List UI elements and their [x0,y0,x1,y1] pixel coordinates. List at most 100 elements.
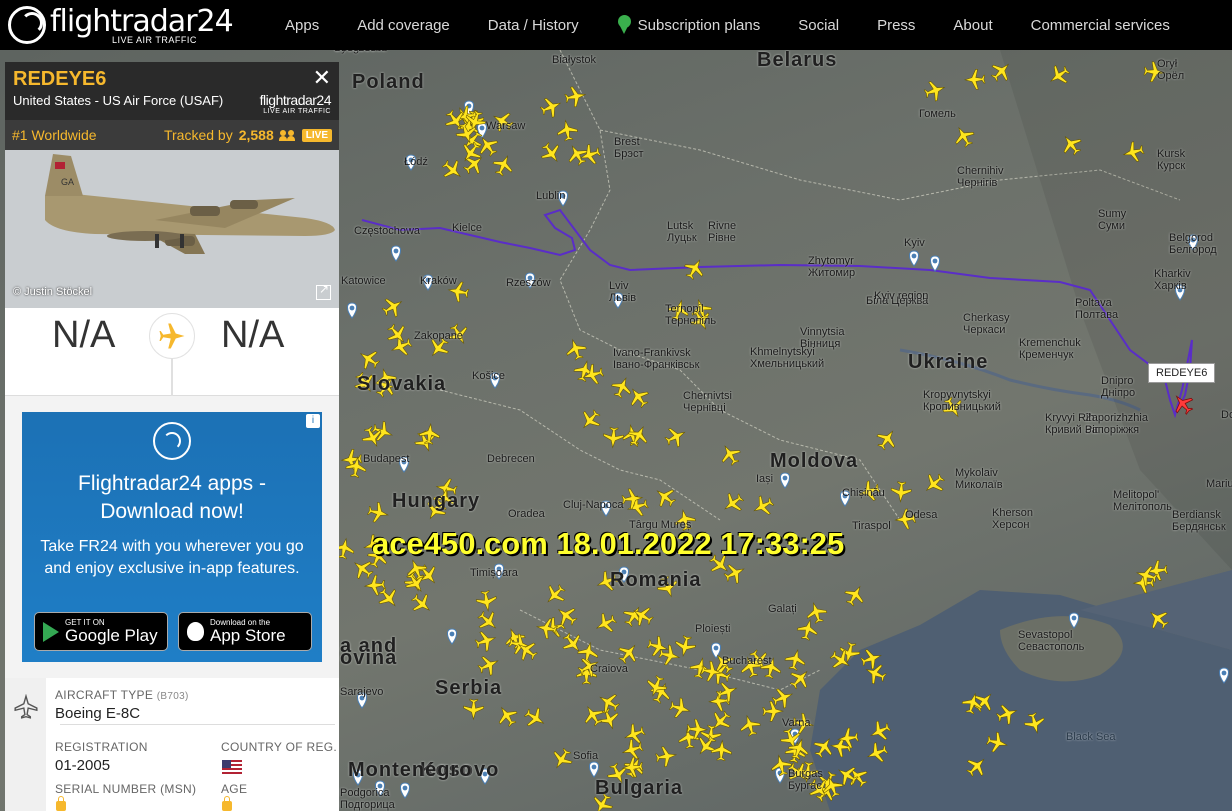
live-badge: LIVE [301,128,332,142]
map-label: Kherson Херсон [992,507,1033,531]
nav-item-data-history[interactable]: Data / History [469,17,598,34]
map-label: Chernihiv Чернігів [957,165,1004,189]
aircraft-icon[interactable] [737,713,762,738]
aircraft-icon[interactable] [716,441,743,468]
aircraft-icon[interactable] [535,617,558,640]
aircraft-icon[interactable] [474,607,502,635]
radar-icon [153,422,191,460]
aircraft-icon[interactable] [804,600,829,625]
aircraft-icon[interactable] [473,628,498,653]
rank-bar: #1 Worldwide Tracked by 2,588 LIVE [5,120,339,150]
aircraft-icon[interactable] [438,156,466,184]
aircraft-icon[interactable] [563,337,588,362]
aircraft-icon[interactable] [379,293,406,320]
aircraft-icon[interactable] [355,345,383,373]
aircraft-icon[interactable] [475,652,502,679]
aircraft-icon[interactable] [579,702,607,730]
aircraft-icon[interactable] [538,94,564,120]
aircraft-icon[interactable] [493,702,521,730]
google-play-icon [43,621,59,642]
aircraft-icon[interactable] [783,648,807,672]
aircraft-icon[interactable] [592,610,619,637]
nav-item-apps[interactable]: Apps [266,17,338,34]
airport-marker-icon[interactable] [391,245,401,262]
app-download-ad[interactable]: i Flightradar24 apps - Download now! Tak… [22,412,322,662]
aircraft-icon[interactable] [963,69,986,90]
airport-marker-icon[interactable] [400,782,410,799]
aircraft-icon[interactable] [625,383,653,411]
aircraft-icon[interactable] [873,425,901,453]
app-store-button[interactable]: Download on the App Store [178,612,312,651]
lock-icon[interactable] [222,796,232,811]
aircraft-icon[interactable] [786,665,814,693]
aircraft-icon[interactable] [475,590,498,613]
close-icon[interactable]: ✕ [313,67,331,89]
map-label: Orył Орёл [1157,58,1185,82]
aircraft-icon[interactable] [922,78,947,103]
aircraft-icon[interactable] [541,580,569,608]
airport-marker-icon[interactable] [347,302,357,319]
nav-item-subscription-plans[interactable]: Subscription plans [598,15,780,35]
aircraft-icon[interactable] [890,481,912,503]
aircraft-icon[interactable] [721,560,748,587]
lock-icon[interactable] [56,796,66,811]
flightradar24-logo[interactable]: flightradar24 LIVE AIR TRAFFIC [8,4,234,46]
airport-marker-icon[interactable] [909,250,919,267]
aircraft-icon[interactable] [408,589,436,617]
airport-marker-icon[interactable] [589,761,599,778]
aircraft-icon[interactable] [719,489,747,517]
aircraft-icon[interactable] [673,634,697,658]
origin-code[interactable]: N/A [52,314,115,357]
selected-callsign-tag[interactable]: REDEYE6 [1148,363,1216,383]
aircraft-icon[interactable] [577,142,602,167]
google-play-button[interactable]: GET IT ON Google Play [34,612,168,651]
aircraft-icon[interactable] [463,698,484,721]
ad-info-icon[interactable]: i [306,414,320,428]
map-label: Kryvyi Rih Кривий Ріг [1045,412,1099,436]
aircraft-icon[interactable] [920,470,948,498]
aircraft-photo[interactable]: GA © Justin Stöckel [5,150,339,308]
map-label: Mariupol [1206,478,1232,490]
nav-item-press[interactable]: Press [858,17,934,34]
map-label: Szeczecin [334,50,384,54]
aircraft-icon[interactable] [711,739,732,762]
aircraft-icon[interactable] [681,255,708,282]
nav-item-about[interactable]: About [934,17,1011,34]
aircraft-icon[interactable] [596,706,622,732]
nav-item-add-coverage[interactable]: Add coverage [338,17,469,34]
aircraft-icon[interactable] [609,374,635,400]
aircraft-icon[interactable] [621,721,647,747]
aircraft-icon[interactable] [374,584,402,612]
aircraft-type-code: (B703) [156,691,189,702]
aircraft-icon[interactable] [668,696,693,721]
aircraft-icon[interactable] [762,701,784,722]
aircraft-icon[interactable] [537,139,565,167]
map-label: Częstochowa [354,225,421,237]
aircraft-icon[interactable] [603,426,624,449]
nav-item-commercial-services[interactable]: Commercial services [1012,17,1189,34]
flight-info-panel: REDEYE6 United States - US Air Force (US… [5,62,339,811]
map-label: Zhytomyr Житомир [808,255,856,279]
map-label: Black Sea [1066,731,1116,743]
aircraft-icon[interactable] [749,493,776,520]
destination-code[interactable]: N/A [221,314,284,357]
aircraft-icon[interactable] [655,745,678,768]
aircraft-icon[interactable] [490,152,517,179]
airport-marker-icon[interactable] [447,628,457,645]
external-link-icon[interactable] [316,282,331,300]
aircraft-type-value: Boeing E-8C [55,705,141,722]
airport-marker-icon[interactable] [780,472,790,489]
airport-marker-icon[interactable] [930,255,940,272]
aircraft-icon[interactable] [556,119,579,142]
airport-marker-icon[interactable] [711,642,721,659]
aircraft-icon[interactable] [548,745,575,772]
flight-callsign: REDEYE6 [13,68,107,90]
aircraft-icon[interactable] [662,423,689,450]
aircraft-icon[interactable] [950,123,977,150]
aircraft-icon[interactable] [841,582,868,609]
aircraft-icon[interactable] [576,406,604,434]
nav-item-social[interactable]: Social [779,17,858,34]
aircraft-icon[interactable] [366,501,390,525]
aircraft-icon[interactable] [521,704,549,732]
aircraft-icon[interactable] [651,483,679,511]
